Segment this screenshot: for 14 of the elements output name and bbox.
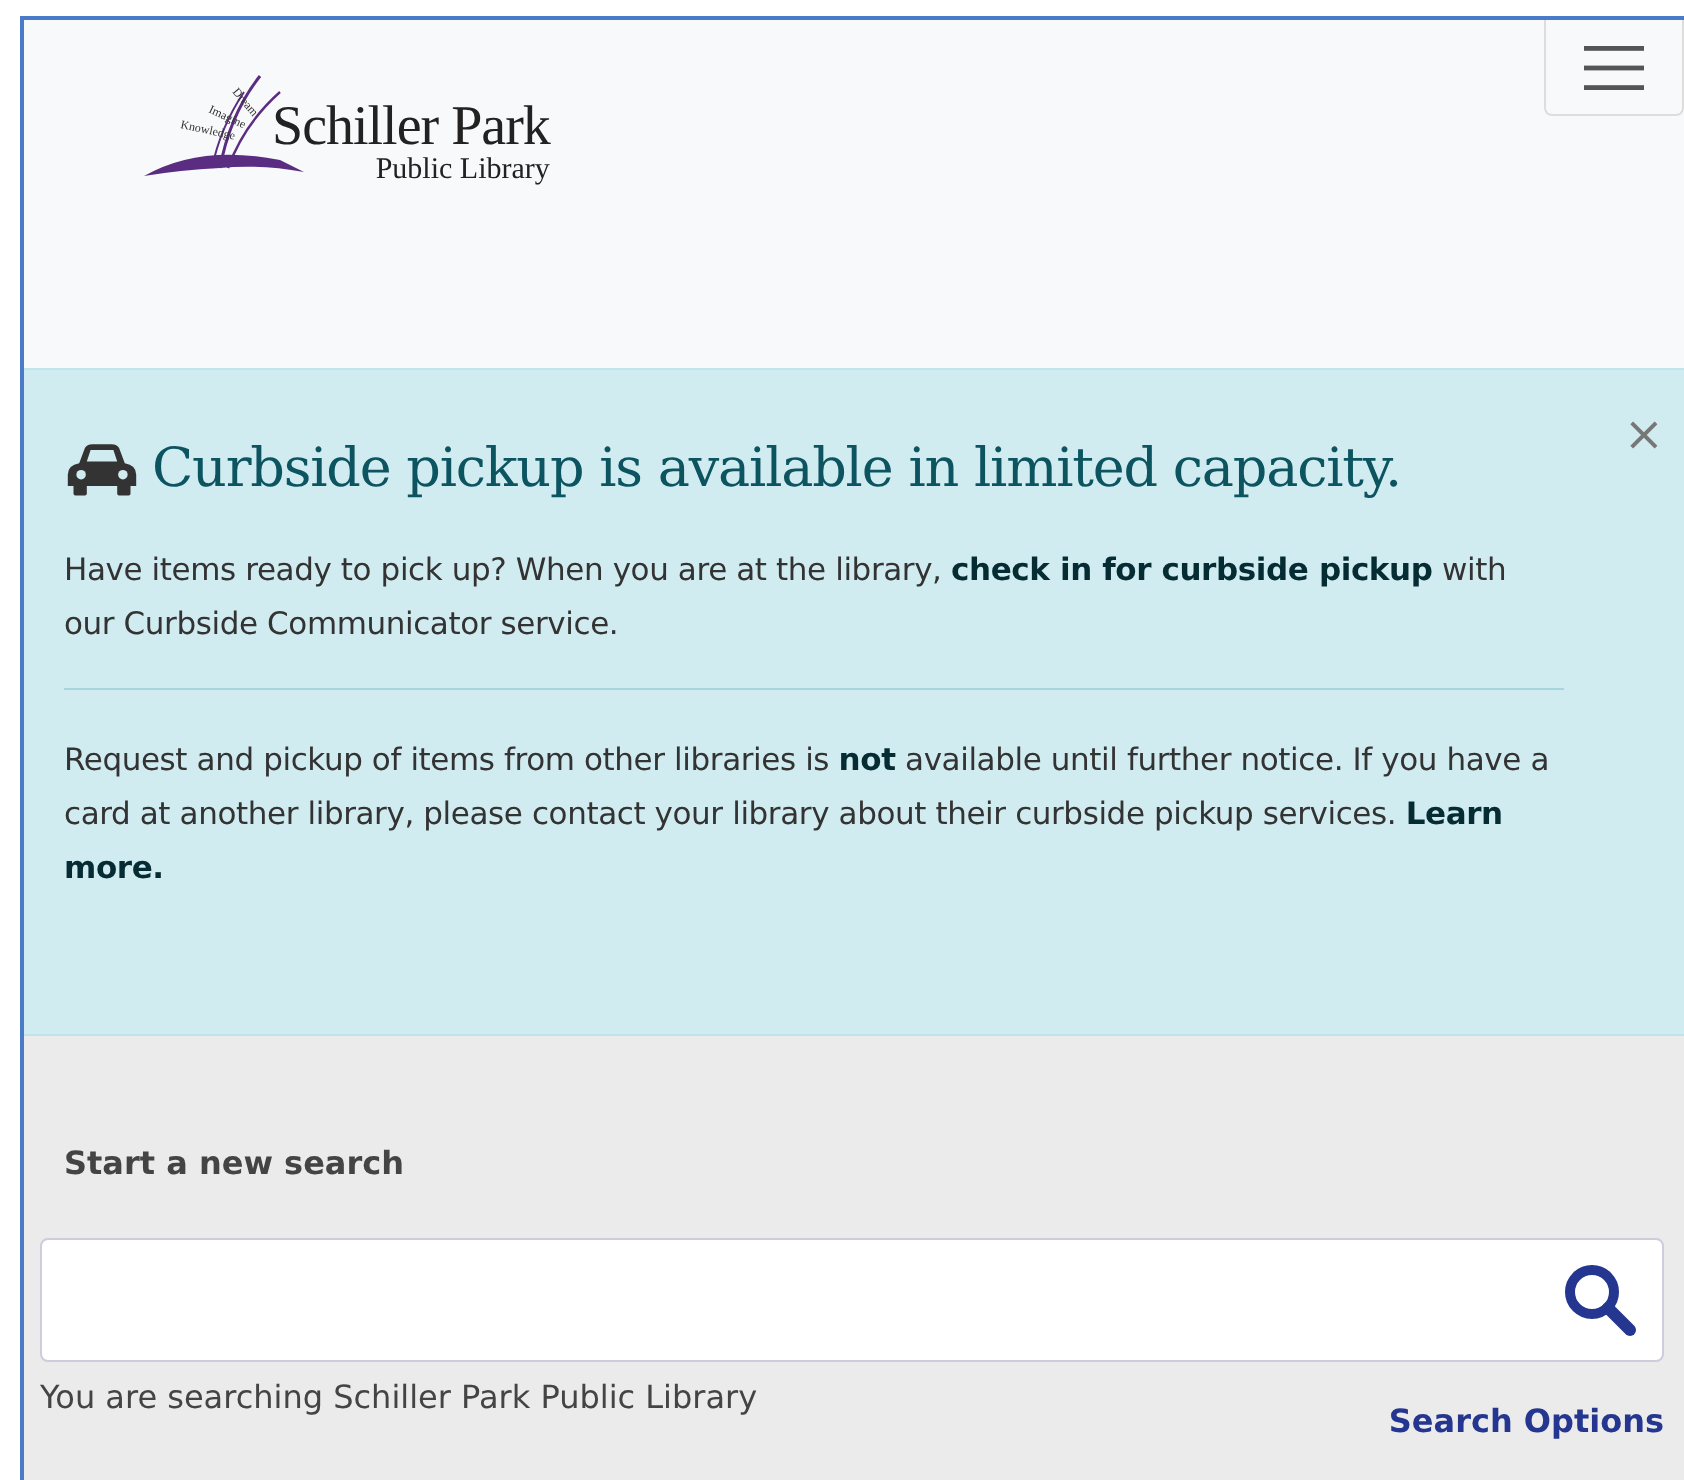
logo-name: Schiller Park <box>272 100 550 156</box>
close-button[interactable]: × <box>1619 410 1668 458</box>
search-options-link[interactable]: Search Options <box>1388 1402 1664 1440</box>
car-icon <box>64 440 140 498</box>
menu-button[interactable] <box>1544 20 1684 116</box>
search-field[interactable] <box>40 1238 1664 1362</box>
search-icon[interactable] <box>1562 1262 1638 1338</box>
logo-subtitle: Public Library <box>375 156 550 184</box>
alert-heading: Curbside pickup is available in limited capacity. <box>152 438 1401 500</box>
search-scope-text: You are searching Schiller Park Public Library <box>40 1378 758 1420</box>
alert-paragraph: Request and pickup of items from other libraries is not available until further notice. If you have a card at another library, please contact your library about their curbside pickup services. Learn more. <box>64 740 1551 890</box>
search-label: Start a new search <box>64 1144 406 1182</box>
alert-paragraph: Have items ready to pick up? When you are at the library, check in for curbside pickup with our Curbside Communicator service. <box>64 550 1509 646</box>
menu-icon <box>1582 41 1646 93</box>
